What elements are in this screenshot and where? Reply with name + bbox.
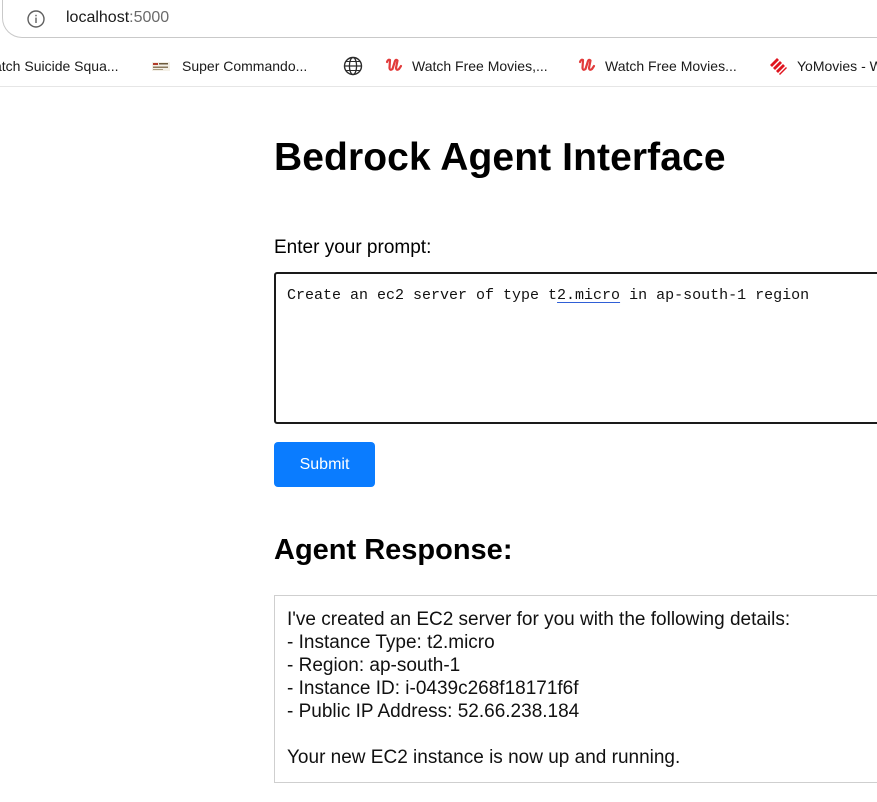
red-u-logo-icon xyxy=(385,58,403,71)
bookmarks-bar: atch Suicide Squa... Super Commando... W… xyxy=(0,44,877,87)
bookmark-label: Watch Free Movies,... xyxy=(412,58,548,74)
bookmark-watch-free-movies-1[interactable]: Watch Free Movies,... xyxy=(384,55,548,77)
bookmark-label: YoMovies - W xyxy=(797,58,877,74)
prompt-text-before: Create an ec2 server of type t xyxy=(287,287,558,304)
globe-icon xyxy=(343,56,363,76)
info-icon[interactable] xyxy=(27,10,45,28)
red-stripes-logo-icon xyxy=(770,58,787,75)
bookmark-watch-suicide-squad[interactable]: atch Suicide Squa... xyxy=(0,55,119,77)
response-line: - Instance ID: i-0439c268f18171f6f xyxy=(287,678,579,699)
response-line: - Instance Type: t2.micro xyxy=(287,632,495,653)
bookmark-label: Super Commando... xyxy=(182,58,308,74)
page-title: Bedrock Agent Interface xyxy=(274,136,726,179)
bookmark-label: Watch Free Movies... xyxy=(605,58,737,74)
site-thumbnail-icon xyxy=(152,62,170,71)
response-line: - Public IP Address: 52.66.238.184 xyxy=(287,701,580,722)
response-closing: Your new EC2 instance is now up and runn… xyxy=(287,747,681,768)
url-port: :5000 xyxy=(129,9,170,26)
prompt-text-after: in ap-south-1 region xyxy=(620,287,810,304)
prompt-textarea[interactable]: Create an ec2 server of type t2.micro in… xyxy=(274,272,877,424)
bookmark-label: atch Suicide Squa... xyxy=(0,58,119,74)
response-heading: Agent Response: xyxy=(274,534,513,566)
response-spacer xyxy=(287,723,877,746)
bookmark-yomovies[interactable]: YoMovies - W xyxy=(768,55,877,77)
url-text[interactable]: localhost:5000 xyxy=(66,9,169,27)
bookmark-watch-free-movies-2[interactable]: Watch Free Movies... xyxy=(577,55,737,77)
submit-button[interactable]: Submit xyxy=(274,442,375,487)
url-host: localhost xyxy=(66,9,130,26)
bookmark-super-commando[interactable]: Super Commando... xyxy=(151,55,307,77)
red-u-logo-icon xyxy=(578,58,596,71)
response-line: I've created an EC2 server for you with … xyxy=(287,609,791,630)
bookmark-globe[interactable] xyxy=(343,55,363,77)
url-field[interactable]: localhost:5000 xyxy=(2,0,877,38)
response-line: - Region: ap-south-1 xyxy=(287,655,461,676)
prompt-text-spellcheck-flag: 2.micro xyxy=(557,287,621,304)
address-bar: localhost:5000 xyxy=(0,0,877,42)
prompt-label: Enter your prompt: xyxy=(274,237,432,258)
response-box: I've created an EC2 server for you with … xyxy=(274,595,877,783)
